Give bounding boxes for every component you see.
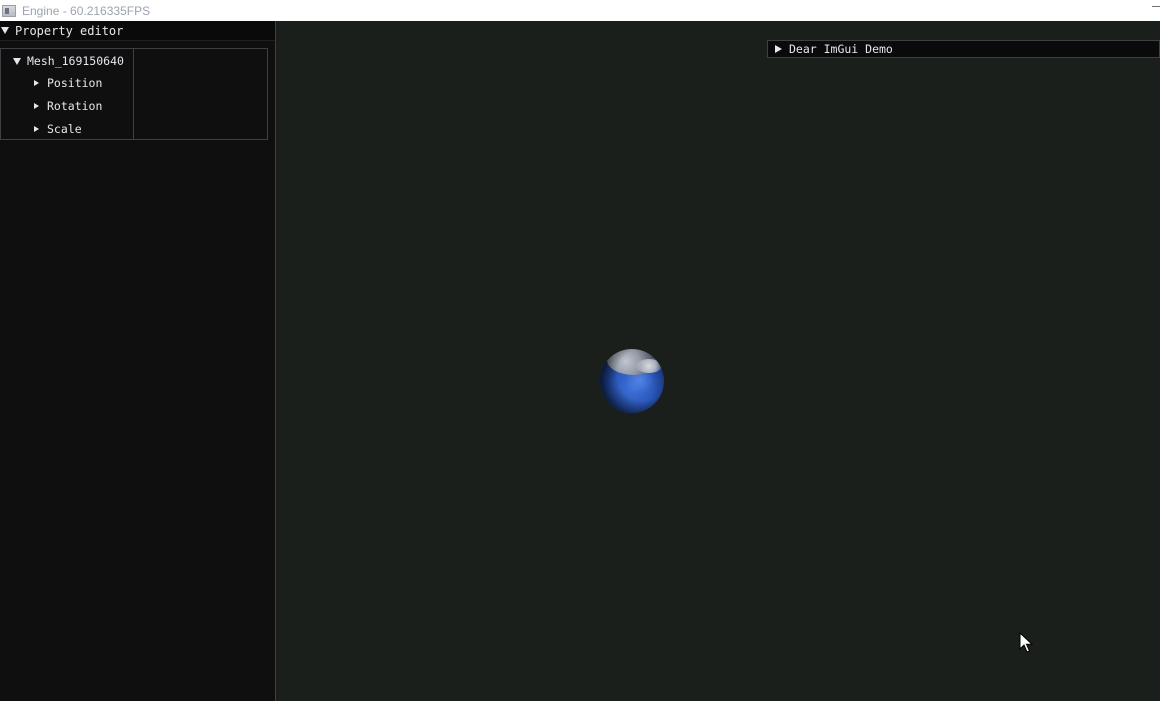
collapsed-arrow-icon[interactable] [34,103,39,109]
property-editor-window: Property editor Mesh_169150640 Position … [0,21,276,701]
tree-node-scale[interactable]: Scale [34,119,82,139]
imgui-demo-title: Dear ImGui Demo [789,42,893,56]
minimize-icon[interactable] [1152,6,1160,7]
imgui-demo-window-collapsed[interactable]: Dear ImGui Demo [767,40,1160,58]
render-viewport[interactable] [276,21,1160,701]
property-editor-header[interactable]: Property editor [0,21,275,41]
tree-node-mesh[interactable]: Mesh_169150640 [13,51,124,71]
tree-node-rotation-label: Rotation [47,99,103,113]
tree-node-scale-label: Scale [47,122,82,136]
expanded-arrow-icon[interactable] [13,57,21,65]
column-divider[interactable] [133,49,134,139]
expand-arrow-icon[interactable] [775,45,782,53]
property-tree-table: Mesh_169150640 Position Rotation Scale [0,48,268,140]
tree-node-rotation[interactable]: Rotation [34,96,102,116]
globe-mesh[interactable] [600,349,664,413]
tree-node-position[interactable]: Position [34,73,102,93]
property-editor-title: Property editor [15,23,124,38]
app-icon [2,4,16,17]
collapsed-arrow-icon[interactable] [34,126,39,132]
collapsed-arrow-icon[interactable] [34,80,39,86]
window-title: Engine - 60.216335FPS [22,3,151,18]
tree-node-mesh-label: Mesh_169150640 [27,54,124,68]
collapse-arrow-icon[interactable] [1,27,9,34]
globe-shading [600,349,664,413]
window-titlebar: Engine - 60.216335FPS [0,0,1160,21]
tree-node-position-label: Position [47,76,103,90]
